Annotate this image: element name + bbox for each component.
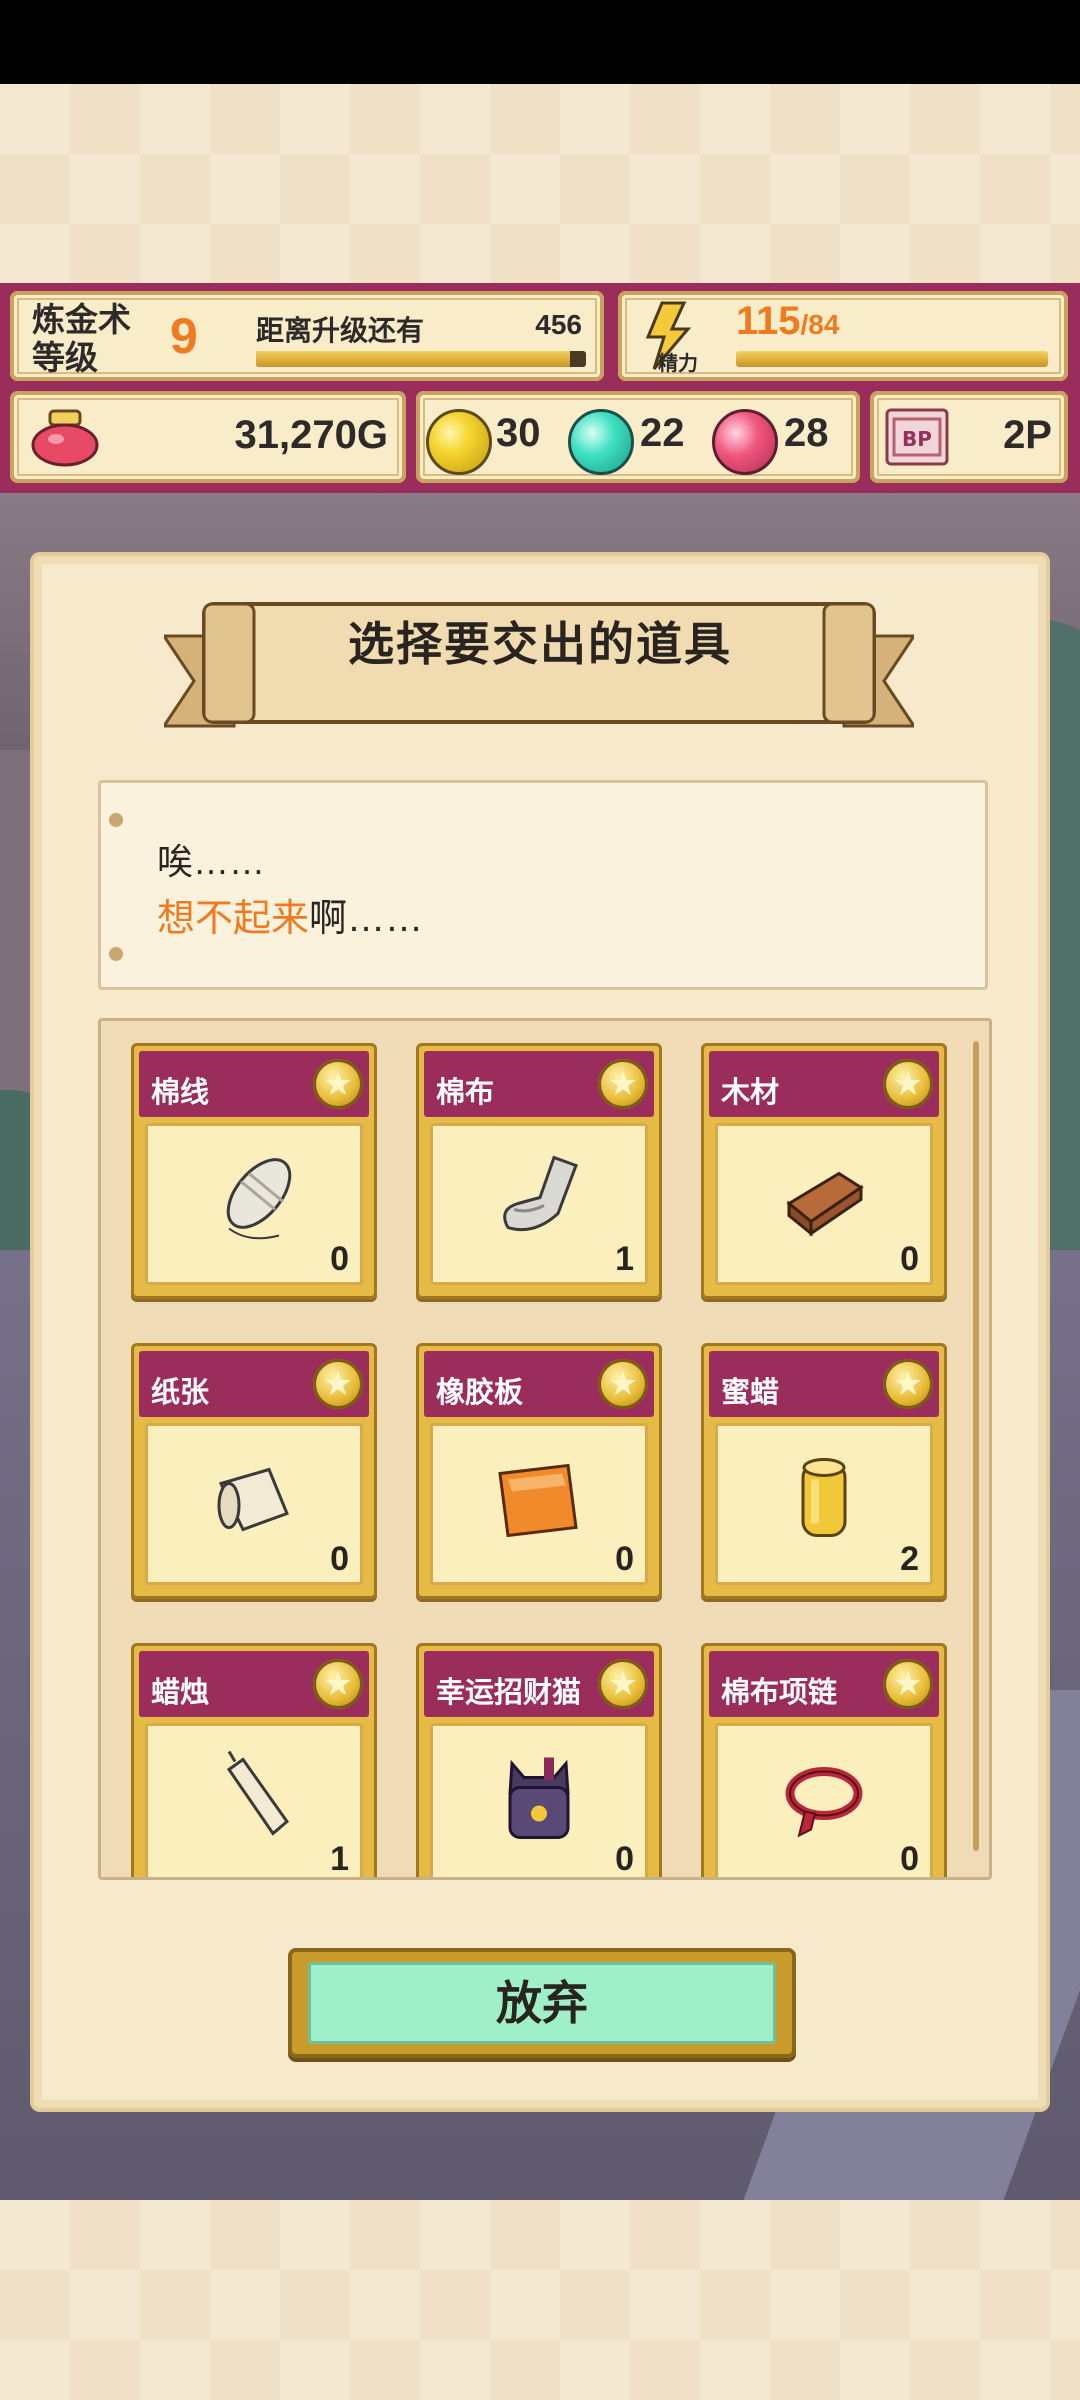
bp-card-icon: BP [885, 408, 949, 466]
item-name: 幸运招财猫 [436, 1677, 582, 1709]
cyan-gem-count: 22 [640, 411, 685, 455]
alchemy-level-value: 9 [170, 308, 198, 364]
energy-value: 115/84 [736, 299, 840, 343]
pink-gem-count: 28 [784, 411, 829, 455]
item-name: 蜜蜡 [721, 1377, 780, 1409]
wood-icon [786, 1171, 864, 1237]
item-count: 0 [900, 1840, 919, 1878]
item-grid[interactable]: 棉线 ★ 0 棉布 ★ 1 木材 ★ 0 纸张 ★ 0 橡胶板 ★ 0 蜜蜡 ★… [98, 1018, 992, 1880]
item-count: 1 [330, 1840, 349, 1878]
alchemy-level-panel: 炼金术等级 9 距离升级还有 456 [10, 291, 604, 381]
energy-panel[interactable]: 精力 115/84 [618, 291, 1068, 381]
note-line-2: 想不起来啊…… [157, 887, 423, 942]
svg-text:BP: BP [902, 427, 932, 451]
item-card-candle[interactable]: 蜡烛 ★ 1 [131, 1643, 377, 1878]
pink-gem-icon [712, 409, 778, 475]
dialog-title: 选择要交出的道具 [348, 618, 732, 670]
star-icon: ★ [313, 1059, 363, 1109]
item-card-lucky-cat[interactable]: 幸运招财猫 ★ 0 [416, 1643, 662, 1878]
item-card-cloth-necklace[interactable]: 棉布项链 ★ 0 [701, 1643, 947, 1878]
item-count: 0 [900, 1240, 919, 1278]
give-up-label: 放弃 [496, 1977, 588, 2029]
energy-max: /84 [800, 309, 840, 340]
item-name: 橡胶板 [436, 1377, 524, 1409]
rubber-sheet-icon [498, 1463, 578, 1538]
yellow-gem-count: 30 [496, 411, 541, 455]
cyan-gem-icon [568, 409, 634, 475]
gems-panel: 30 22 28 [416, 391, 860, 483]
note-pin [109, 947, 123, 961]
paper-icon [217, 1467, 289, 1532]
item-name: 木材 [721, 1077, 780, 1109]
alchemy-level-label: 炼金术等级 [32, 301, 131, 376]
note-line-1: 唉…… [157, 841, 266, 882]
hint-note: 唉…… 想不起来啊…… [98, 780, 988, 990]
energy-progress-bar [736, 351, 1048, 367]
item-name: 纸张 [151, 1377, 210, 1409]
item-card-wood[interactable]: 木材 ★ 0 [701, 1043, 947, 1299]
item-card-beeswax[interactable]: 蜜蜡 ★ 2 [701, 1343, 947, 1599]
item-count: 1 [615, 1240, 634, 1278]
item-count: 0 [615, 1540, 634, 1578]
star-icon: ★ [313, 1359, 363, 1409]
star-icon: ★ [883, 1359, 933, 1409]
cloth-necklace-icon [785, 1767, 863, 1838]
energy-label: 精力 [658, 353, 698, 375]
note-line-2-rest: 啊…… [309, 898, 424, 940]
item-card-cotton-thread[interactable]: 棉线 ★ 0 [131, 1043, 377, 1299]
item-name: 蜡烛 [151, 1677, 210, 1709]
gold-amount: 31,270G [234, 413, 388, 457]
star-icon: ★ [883, 1659, 933, 1709]
background-pattern-bottom [0, 2200, 1080, 2400]
gold-panel: 31,270G [10, 391, 406, 483]
star-icon: ★ [598, 1059, 648, 1109]
bp-panel: BP 2P [870, 391, 1068, 483]
item-name: 棉线 [151, 1077, 210, 1109]
star-icon: ★ [598, 1359, 648, 1409]
item-card-cotton-cloth[interactable]: 棉布 ★ 1 [416, 1043, 662, 1299]
status-bar [0, 0, 1080, 84]
item-name: 棉布项链 [721, 1677, 838, 1709]
candle-icon [226, 1750, 290, 1836]
item-name: 棉布 [436, 1077, 495, 1109]
next-level-value: 456 [535, 309, 582, 340]
item-count: 0 [615, 1840, 634, 1878]
beeswax-icon [801, 1458, 847, 1537]
star-icon: ★ [313, 1659, 363, 1709]
hud-bar: 炼金术等级 9 距离升级还有 456 精力 115/84 31,270G 30 … [0, 283, 1080, 493]
item-card-rubber-sheet[interactable]: 橡胶板 ★ 0 [416, 1343, 662, 1599]
bp-value: 2P [1003, 413, 1052, 457]
note-highlight: 想不起来 [157, 898, 310, 940]
yellow-gem-icon [426, 409, 492, 475]
star-icon: ★ [598, 1659, 648, 1709]
lucky-cat-icon [508, 1757, 570, 1839]
cotton-cloth-icon [503, 1155, 578, 1232]
item-select-dialog: 选择要交出的道具 唉…… 想不起来啊…… 棉线 ★ 0 棉布 ★ 1 木材 ★ … [34, 556, 1046, 2108]
background-pattern-top [0, 84, 1080, 284]
purse-icon [31, 409, 99, 467]
item-count: 0 [330, 1540, 349, 1578]
item-count: 0 [330, 1240, 349, 1278]
item-card-paper[interactable]: 纸张 ★ 0 [131, 1343, 377, 1599]
item-count: 2 [900, 1540, 919, 1578]
level-progress-bar [256, 351, 586, 367]
give-up-button[interactable]: 放弃 [288, 1948, 796, 2058]
star-icon: ★ [883, 1059, 933, 1109]
cotton-thread-icon [226, 1158, 292, 1240]
item-grid-scrollbar[interactable] [973, 1041, 979, 1851]
note-pin [109, 813, 123, 827]
next-level-label: 距离升级还有 [256, 315, 425, 346]
